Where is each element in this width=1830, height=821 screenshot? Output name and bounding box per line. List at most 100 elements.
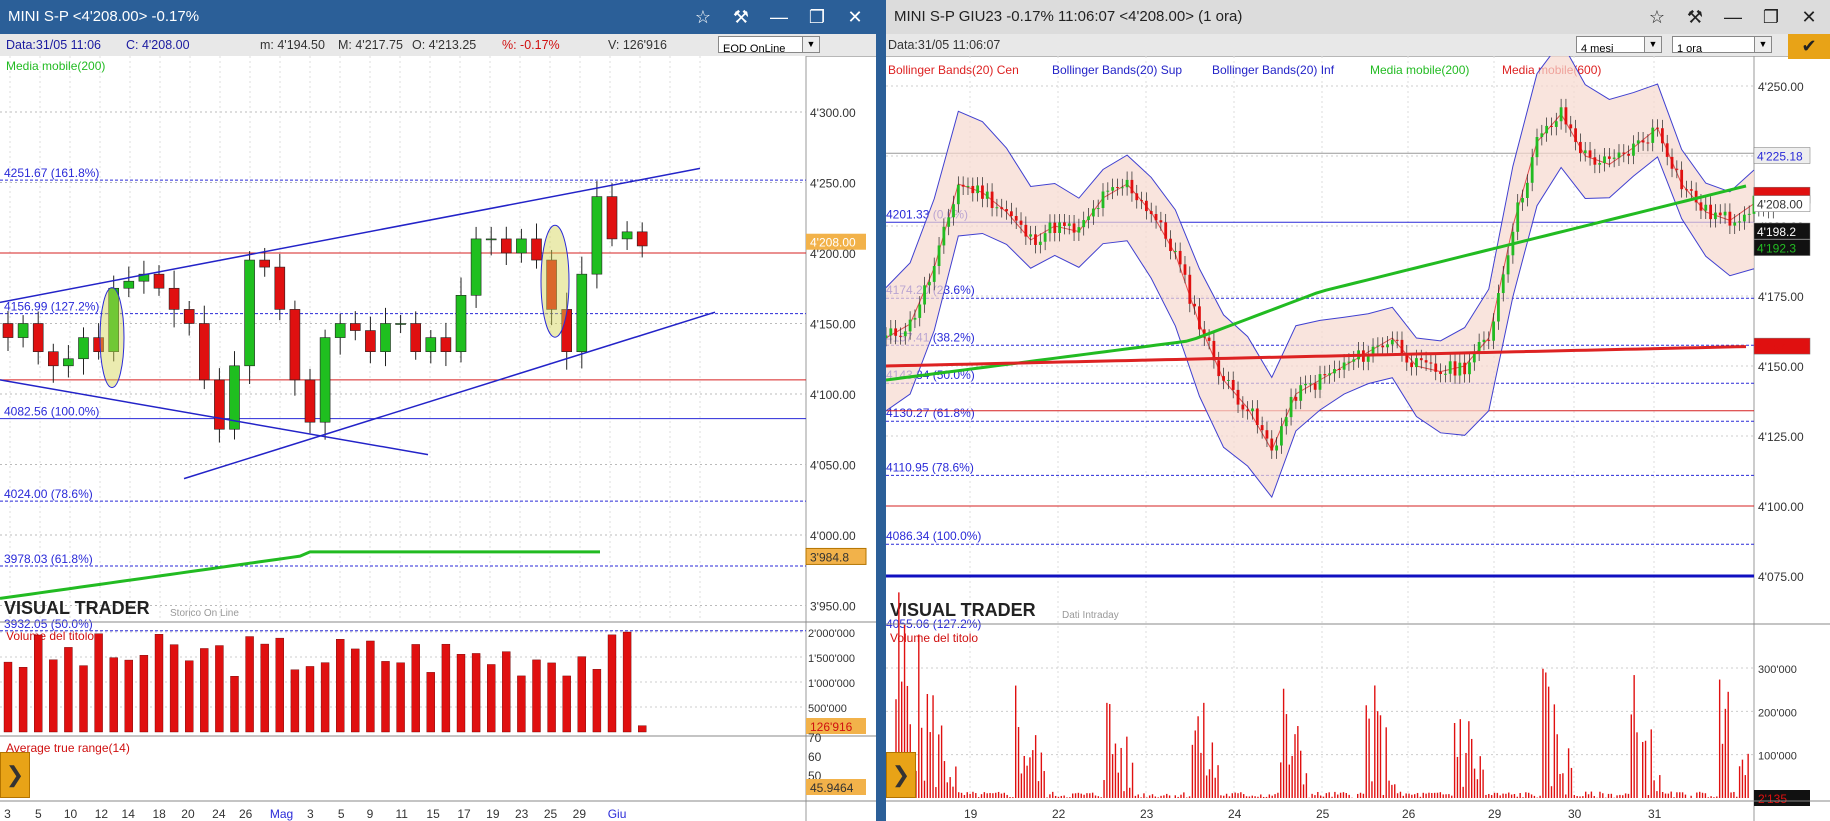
date-label: 14	[122, 807, 136, 821]
price-tick-label: 4'100.00	[1758, 500, 1804, 514]
fib-label: 4156.99 (127.2%)	[4, 300, 99, 314]
candle-body	[1159, 220, 1163, 223]
candle-body	[1670, 156, 1674, 169]
candle-body	[1689, 189, 1693, 191]
volume-bar	[622, 631, 632, 733]
candle-body	[1009, 211, 1013, 217]
candle-body	[1525, 182, 1529, 199]
candle-body	[1516, 202, 1520, 232]
price-tag: 4'208.00	[1757, 198, 1803, 212]
date-label: 17	[457, 807, 471, 821]
star-icon[interactable]: ☆	[1642, 4, 1672, 30]
candle-body	[937, 245, 941, 267]
close-icon[interactable]: ✕	[840, 4, 870, 30]
candle-body	[1183, 264, 1187, 275]
price-tick-label: 4'300.00	[810, 106, 856, 120]
candle-body	[1728, 211, 1732, 226]
watermark: VISUAL TRADER	[4, 598, 150, 618]
candle-body	[1246, 409, 1250, 412]
volume-bar	[49, 659, 58, 733]
candle-body	[1125, 179, 1129, 188]
candle-body	[1106, 190, 1110, 192]
left-expand-button[interactable]: ❯	[0, 752, 30, 798]
candle-body	[1111, 187, 1115, 191]
right-info-date: Data:31/05 11:06:07	[888, 38, 1001, 52]
candle-body	[1545, 125, 1549, 134]
hammer-icon[interactable]: ⚒	[726, 4, 756, 30]
left-infobar: Data:31/05 11:06 C: 4'208.00 m: 4'194.50…	[0, 34, 876, 57]
date-label: Giu	[608, 807, 627, 821]
candle-body	[1207, 337, 1211, 341]
candle-body	[1280, 426, 1283, 446]
legend-entry: Bollinger Bands(20) Inf	[1212, 63, 1335, 77]
right-chart-area[interactable]: 4'250.004'225.004'200.004'175.004'150.00…	[886, 56, 1830, 821]
candle-body	[1251, 408, 1254, 412]
candle-body	[1333, 369, 1336, 374]
right-expand-button[interactable]: ❯	[886, 752, 916, 798]
candle-body	[1226, 379, 1230, 381]
right-infobar: Data:31/05 11:06:07 4 mesi ▼ 1 ora ▼	[886, 34, 1830, 57]
volume-bar	[184, 660, 194, 733]
candle-body	[1328, 373, 1332, 376]
candle-body	[1313, 383, 1317, 390]
candle-body	[1660, 128, 1664, 144]
candle-body	[1583, 150, 1587, 154]
candle-body	[1193, 303, 1197, 307]
date-label: 25	[1316, 807, 1330, 821]
volume-bar	[3, 661, 13, 733]
date-label: 23	[515, 807, 529, 821]
candle-body	[1415, 358, 1418, 368]
candle-body	[78, 337, 89, 360]
candle-body	[1714, 212, 1717, 220]
candle-body	[1665, 143, 1669, 157]
candle-body	[1617, 152, 1621, 158]
candle-body	[32, 323, 44, 353]
hammer-icon[interactable]: ⚒	[1680, 4, 1710, 30]
candle-body	[1005, 209, 1008, 212]
maximize-icon[interactable]: ❐	[802, 4, 832, 30]
price-tick-label: 3'950.00	[810, 600, 856, 614]
candle-body	[500, 238, 512, 254]
candle-body	[47, 351, 59, 367]
candle-body	[1275, 445, 1278, 451]
maximize-icon[interactable]: ❐	[1756, 4, 1786, 30]
interval-select[interactable]: 1 ora ▼	[1672, 36, 1772, 55]
candle-body	[1419, 358, 1423, 361]
chevron-down-icon: ▼	[802, 37, 819, 52]
candle-body	[1453, 361, 1457, 376]
volume-bar	[517, 675, 526, 733]
candle-body	[259, 259, 271, 268]
candle-body	[1632, 143, 1635, 156]
candle-body	[971, 185, 975, 194]
date-label: 26	[239, 807, 253, 821]
candle-body	[1656, 127, 1659, 129]
minimize-icon[interactable]: —	[764, 4, 794, 30]
star-icon[interactable]: ☆	[688, 4, 718, 30]
candle-body	[1222, 376, 1225, 381]
volume-bar	[577, 656, 586, 733]
volume-bar	[502, 651, 511, 733]
info-close: C: 4'208.00	[126, 38, 190, 52]
candle-body	[956, 184, 960, 205]
period-select[interactable]: 4 mesi ▼	[1576, 36, 1662, 55]
candle-body	[1164, 222, 1168, 239]
candle-body	[1497, 293, 1500, 322]
volume-bar	[230, 676, 239, 733]
candle-body	[1038, 241, 1042, 245]
candle-body	[985, 191, 989, 199]
date-label: 9	[367, 807, 374, 821]
fib-label: 4082.56 (100.0%)	[4, 405, 99, 419]
price-tick-label: 4'050.00	[810, 459, 856, 473]
volume-bar	[18, 667, 28, 733]
price-tick-label: 4'175.00	[1758, 290, 1804, 304]
info-vol: V: 126'916	[608, 38, 667, 52]
left-chart-area[interactable]: 4'300.004'250.004'200.004'150.004'100.00…	[0, 56, 876, 821]
minimize-icon[interactable]: —	[1718, 4, 1748, 30]
price-tick-label: 4'075.00	[1758, 570, 1804, 584]
candle-body	[961, 184, 965, 187]
watermark-sub: Storico On Line	[170, 608, 239, 619]
feed-select[interactable]: EOD OnLine ▼	[718, 36, 820, 55]
candle-body	[636, 231, 648, 247]
candle-body	[274, 266, 286, 310]
close-icon[interactable]: ✕	[1794, 4, 1824, 30]
